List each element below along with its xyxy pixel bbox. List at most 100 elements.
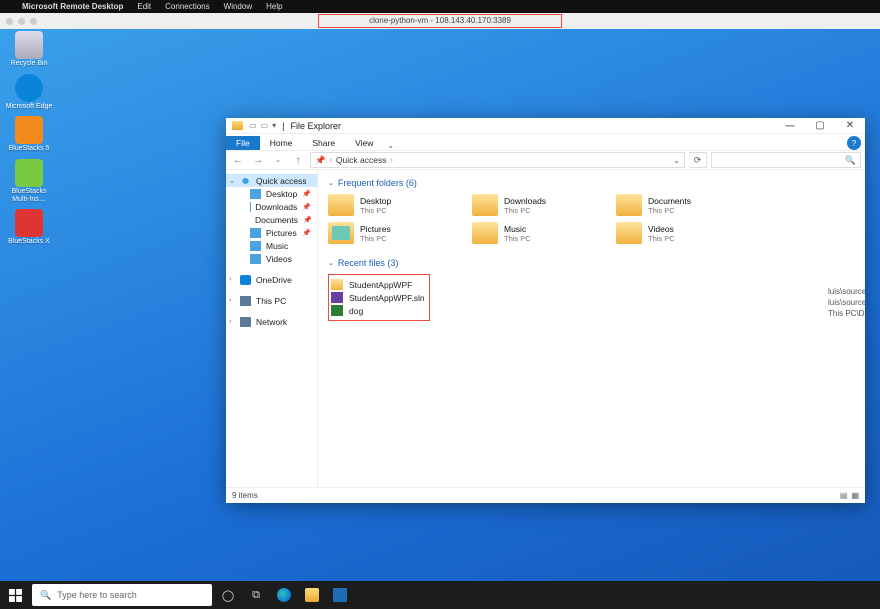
folder-name: Documents [648, 196, 691, 206]
address-dropdown-icon[interactable]: ⌄ [673, 156, 680, 165]
remote-desktop[interactable]: Recycle Bin Microsoft Edge BlueStacks 5 … [0, 29, 880, 609]
view-details-icon[interactable]: ▤ [840, 491, 848, 500]
collapse-icon[interactable]: ⌄ [328, 179, 334, 187]
bin-icon [15, 31, 43, 59]
refresh-button[interactable]: ⟳ [689, 152, 707, 168]
nav-quick-access[interactable]: ⌄ Quick access [226, 174, 317, 187]
group-frequent-folders[interactable]: ⌄ Frequent folders (6) [328, 178, 855, 188]
recent-file[interactable]: StudentAppWPF [331, 278, 425, 291]
explorer-title-bar[interactable]: ▭ ▭ ▾ | File Explorer 一 ▢ ✕ [226, 118, 865, 134]
caret-icon[interactable]: › [229, 318, 231, 325]
desktop-icon[interactable]: Recycle Bin [3, 31, 55, 68]
frequent-folder[interactable]: Documents This PC [616, 194, 736, 216]
breadcrumb-chevron-icon[interactable]: › [330, 157, 332, 164]
window-close-button[interactable]: ✕ [835, 118, 865, 134]
nav-item-videos[interactable]: Videos [226, 252, 317, 265]
nav-item-desktop[interactable]: Desktop 📌 [226, 187, 317, 200]
nav-label: Desktop [266, 189, 297, 199]
frequent-folder[interactable]: Videos This PC [616, 222, 736, 244]
mac-menu-connections[interactable]: Connections [165, 2, 209, 11]
desktop-icon-label: Microsoft Edge [6, 103, 53, 111]
desktop-icon[interactable]: BlueStacks 5 [3, 116, 55, 153]
pc-icon [240, 296, 251, 306]
tab-file[interactable]: File [226, 136, 260, 150]
window-minimize-button[interactable]: 一 [775, 118, 805, 134]
taskbar-store[interactable] [326, 581, 354, 609]
window-maximize-button[interactable]: ▢ [805, 118, 835, 134]
nav-item-downloads[interactable]: Downloads 📌 [226, 200, 317, 213]
mac-menu-edit[interactable]: Edit [137, 2, 151, 11]
traffic-min[interactable] [18, 18, 25, 25]
ribbon-help-icon[interactable]: ? [847, 136, 861, 150]
desktop-icon-label: BlueStacks Multi-Ins… [3, 188, 55, 203]
folder-name: Pictures [360, 224, 391, 234]
address-bar[interactable]: 📌 › Quick access › ⌄ [310, 152, 685, 168]
pin-icon: 📌 [302, 229, 311, 237]
desktop-icon[interactable]: Microsoft Edge [3, 74, 55, 111]
nav-forward-button[interactable]: → [250, 152, 266, 168]
view-large-icon[interactable]: ▦ [851, 491, 859, 500]
folder-location: This PC [648, 234, 675, 243]
nav-back-button[interactable]: ← [230, 152, 246, 168]
folder-name: Downloads [504, 196, 546, 206]
nav-this-pc[interactable]: › This PC [226, 294, 317, 307]
nav-item-pictures[interactable]: Pictures 📌 [226, 226, 317, 239]
cortana-button[interactable]: ◯ [214, 581, 242, 609]
nav-pane: ⌄ Quick access Desktop 📌 Downloads 📌 Doc… [226, 170, 318, 487]
address-bar-row: ← → ⌄ ↑ 📌 › Quick access › ⌄ ⟳ 🔍 [226, 150, 865, 170]
frequent-folder[interactable]: Downloads This PC [472, 194, 592, 216]
mac-menu-bar: Microsoft Remote Desktop Edit Connection… [0, 0, 880, 13]
tab-view[interactable]: View [345, 136, 383, 150]
frequent-folder[interactable]: Pictures This PC [328, 222, 448, 244]
mac-menu-window[interactable]: Window [224, 2, 252, 11]
desktop-icon[interactable]: BlueStacks X [3, 209, 55, 246]
traffic-max[interactable] [30, 18, 37, 25]
qat-new-icon[interactable]: ▭ [261, 121, 269, 130]
folder-name: Desktop [360, 196, 391, 206]
frequent-folder[interactable]: Desktop This PC [328, 194, 448, 216]
folder-location: This PC [504, 206, 546, 215]
taskbar-search-input[interactable]: 🔍 Type here to search [32, 584, 212, 606]
ribbon-tabs: File Home Share View ⌄ ? [226, 134, 865, 150]
nav-label: Downloads [255, 202, 297, 212]
bs3-icon [15, 209, 43, 237]
tab-share[interactable]: Share [302, 136, 345, 150]
collapse-icon[interactable]: ⌄ [328, 259, 334, 267]
task-view-button[interactable]: ⧉ [242, 581, 270, 609]
breadcrumb-quick-access[interactable]: Quick access [336, 155, 387, 165]
breadcrumb-chevron-icon[interactable]: › [390, 157, 392, 164]
nav-recent-chevron-icon[interactable]: ⌄ [270, 152, 286, 168]
file-name: StudentAppWPF.sln [349, 293, 425, 303]
caret-icon[interactable]: ⌄ [229, 177, 235, 185]
mac-menu-help[interactable]: Help [266, 2, 282, 11]
breadcrumb-home-icon[interactable]: 📌 [315, 155, 326, 166]
qat-props-icon[interactable]: ▭ [249, 121, 257, 130]
caret-icon[interactable]: › [229, 297, 231, 304]
nav-item-music[interactable]: Music [226, 239, 317, 252]
tab-home[interactable]: Home [260, 136, 303, 150]
recent-file-path: luis\source\repos [828, 286, 865, 297]
content-pane[interactable]: ⌄ Frequent folders (6) Desktop This PC D… [318, 170, 865, 487]
nav-up-button[interactable]: ↑ [290, 152, 306, 168]
caret-icon[interactable]: › [229, 276, 231, 283]
ribbon-expand-icon[interactable]: ⌄ [383, 141, 398, 150]
group-recent-files[interactable]: ⌄ Recent files (3) [328, 258, 855, 268]
nav-onedrive[interactable]: › OneDrive [226, 273, 317, 286]
frequent-folder[interactable]: Music This PC [472, 222, 592, 244]
traffic-close[interactable] [6, 18, 13, 25]
desk-icon [250, 189, 261, 199]
mac-app-name[interactable]: Microsoft Remote Desktop [22, 2, 123, 11]
recent-file[interactable]: StudentAppWPF.sln [331, 291, 425, 304]
start-button[interactable] [0, 581, 30, 609]
nav-item-documents[interactable]: Documents 📌 [226, 213, 317, 226]
explorer-search-input[interactable]: 🔍 [711, 152, 861, 168]
search-icon: 🔍 [40, 590, 51, 601]
recent-file[interactable]: dog [331, 304, 425, 317]
taskbar-explorer[interactable] [298, 581, 326, 609]
file-name: dog [349, 306, 363, 316]
desktop-icon[interactable]: BlueStacks Multi-Ins… [3, 159, 55, 203]
qat-chevron-icon[interactable]: ▾ [272, 121, 276, 130]
nav-network[interactable]: › Network [226, 315, 317, 328]
taskbar-edge[interactable] [270, 581, 298, 609]
nav-label: Pictures [266, 228, 297, 238]
